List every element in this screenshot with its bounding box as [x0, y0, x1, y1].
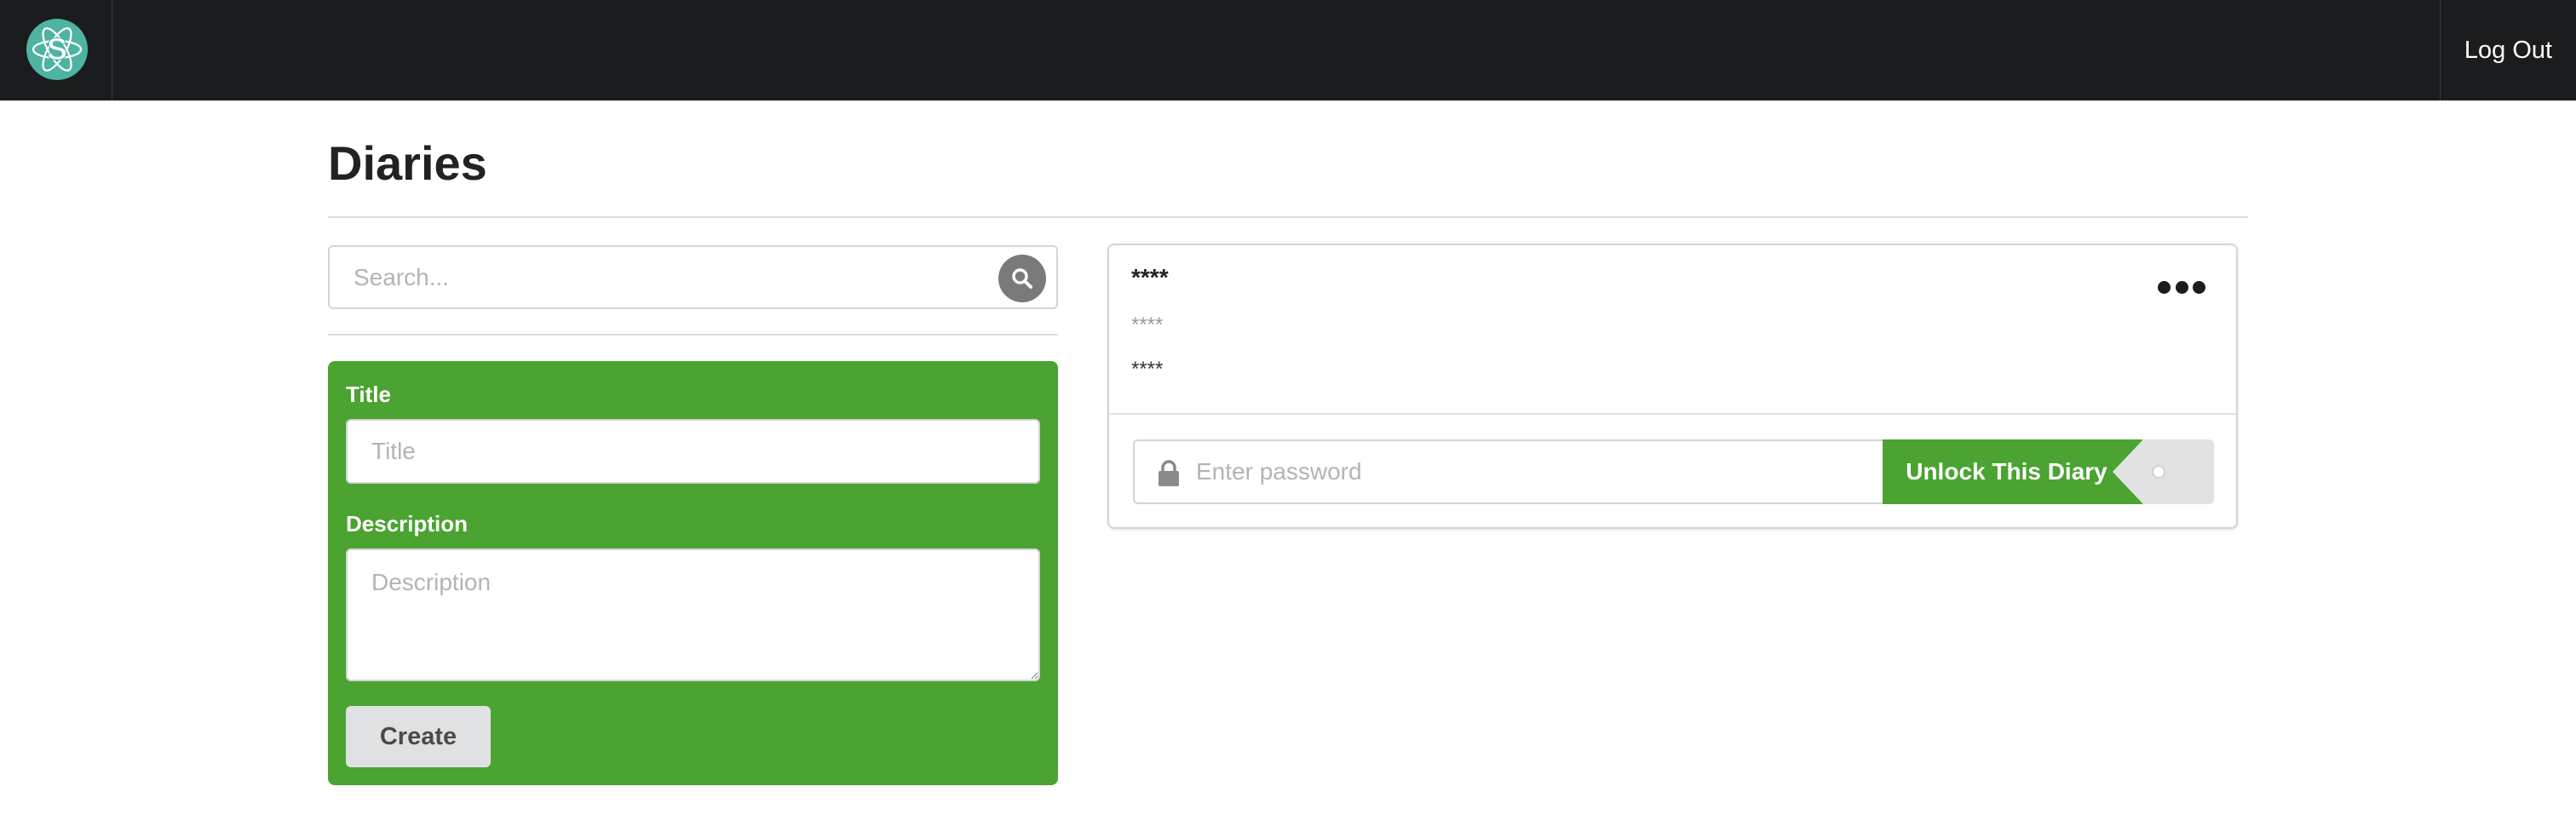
title-divider: [328, 216, 2248, 218]
menu-dot: [2193, 280, 2205, 294]
diary-card-description: ****: [1131, 358, 1164, 381]
menu-dot: [2175, 280, 2188, 294]
atom-logo-icon[interactable]: S: [26, 19, 88, 80]
menu-dot: [2158, 280, 2171, 294]
search-input[interactable]: [330, 247, 977, 307]
card-divider: [1109, 413, 2236, 415]
nav-logo-item[interactable]: S: [0, 0, 112, 100]
password-input[interactable]: [1194, 441, 1876, 502]
search-divider: [328, 334, 1058, 336]
diary-card: **** **** **** Unlock This Diary: [1107, 244, 2238, 529]
create-diary-form: Title Description Create: [328, 361, 1058, 785]
page-title: Diaries: [328, 136, 487, 190]
create-button[interactable]: Create: [346, 706, 491, 767]
description-label: Description: [346, 511, 469, 537]
title-input[interactable]: [346, 419, 1040, 484]
title-label: Title: [346, 382, 391, 407]
logo-letter: S: [47, 32, 67, 66]
top-navbar: S Log Out: [0, 0, 2576, 100]
search-icon: [1012, 268, 1032, 289]
unlock-toggle-notch: [2113, 439, 2143, 504]
search-button[interactable]: [998, 255, 1046, 302]
diary-card-header: ****: [1131, 264, 1169, 290]
search-box: [328, 245, 1058, 309]
unlock-diary-button[interactable]: Unlock This Diary: [1883, 439, 2142, 504]
unlock-row: Unlock This Diary: [1133, 439, 2214, 504]
lock-icon: [1159, 460, 1179, 486]
logout-button[interactable]: Log Out: [2440, 0, 2576, 100]
description-textarea[interactable]: [346, 548, 1040, 681]
diary-card-meta: ****: [1131, 313, 1164, 336]
toggle-knob[interactable]: [2152, 465, 2165, 479]
password-box: [1133, 439, 1883, 504]
more-dots-icon[interactable]: [2158, 274, 2205, 300]
